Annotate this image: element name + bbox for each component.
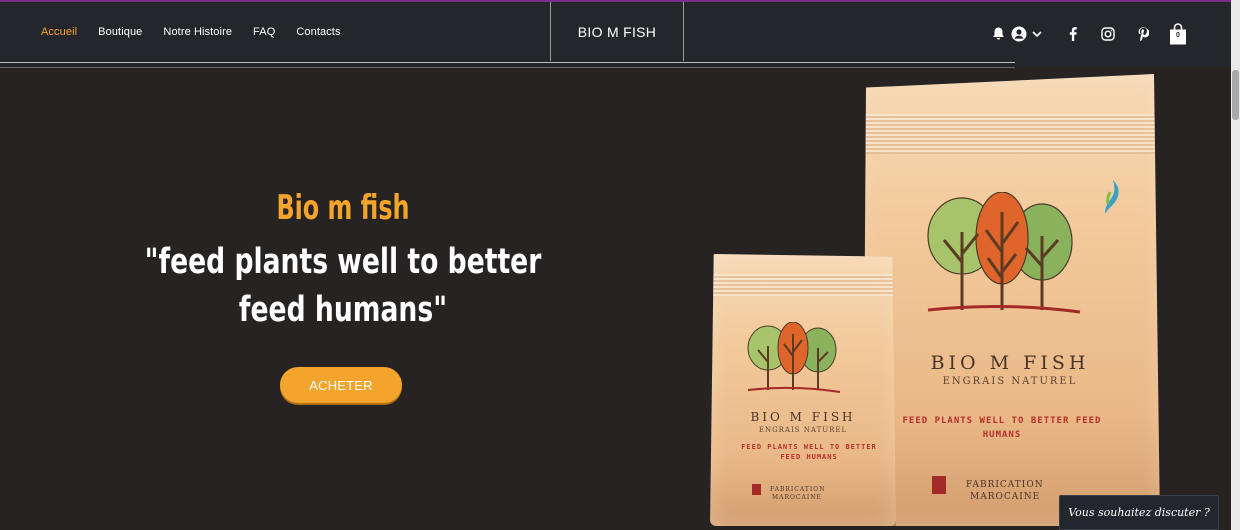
bell-icon[interactable] [990, 24, 1006, 44]
cart-count: 0 [1176, 32, 1180, 39]
hero-title: Bio m fish [276, 188, 410, 228]
shopping-bag-icon[interactable]: 0 [1168, 23, 1188, 45]
pouch-seal [863, 114, 1160, 154]
pinterest-icon[interactable] [1133, 24, 1153, 44]
top-accent-line [0, 0, 1240, 2]
scrollbar[interactable] [1231, 0, 1240, 530]
page: Accueil Boutique Notre Histoire FAQ Cont… [0, 0, 1240, 530]
nav-item-contacts[interactable]: Contacts [296, 26, 340, 38]
site-header: Accueil Boutique Notre Histoire FAQ Cont… [0, 2, 1240, 68]
tree-logo-icon [927, 192, 1081, 314]
made-label-line2: MAROCAINE [970, 492, 1041, 502]
nav-item-boutique[interactable]: Boutique [98, 26, 142, 38]
instagram-icon[interactable] [1098, 24, 1118, 44]
product-slogan: FEED PLANTS WELL TO BETTER FEED HUMANS [902, 416, 1102, 440]
acheter-button[interactable]: ACHETER [280, 367, 402, 403]
tree-logo-small-icon [747, 322, 841, 393]
product-name-small: BIO M FISH [750, 410, 856, 424]
product-pouch-small: BIO M FISH ENGRAIS NATUREL FEED PLANTS W… [710, 254, 896, 526]
product-subtitle: ENGRAIS NATUREL [942, 376, 1078, 387]
header-icons: 0 [990, 22, 1188, 46]
made-label-line1: FABRICATION [966, 480, 1044, 490]
product-image: BIO M FISH ENGRAIS NATUREL FEED PLANTS W… [690, 66, 1231, 530]
facebook-icon[interactable] [1063, 24, 1083, 44]
hero-slogan: "feed plants well to better feed humans" [144, 242, 542, 330]
chevron-down-icon[interactable] [1030, 24, 1044, 44]
main-nav: Accueil Boutique Notre Histoire FAQ Cont… [41, 26, 362, 38]
scrollbar-thumb[interactable] [1232, 70, 1239, 120]
user-icon[interactable] [1010, 24, 1028, 44]
product-pouch-large: BIO M FISH ENGRAIS NATUREL FEED PLANTS W… [863, 74, 1160, 526]
moroccan-flag-small-icon [752, 484, 761, 495]
chat-button[interactable]: Vous souhaitez discuter ? [1059, 495, 1219, 530]
made-label-small-line2: MAROCAINE [772, 494, 822, 501]
brand-logo-box[interactable]: BIO M FISH [550, 2, 684, 61]
product-name: BIO M FISH [930, 352, 1090, 374]
brand-name[interactable]: BIO M FISH [578, 24, 656, 40]
header-divider-top [0, 62, 1015, 63]
pouch-seal-small [710, 274, 896, 296]
moroccan-flag-icon [932, 476, 946, 494]
chat-label[interactable]: Vous souhaitez discuter ? [1068, 506, 1210, 519]
product-slogan-small: FEED PLANTS WELL TO BETTER FEED HUMANS [741, 443, 877, 461]
nav-item-faq[interactable]: FAQ [253, 26, 275, 38]
header-divider-bottom [0, 67, 1015, 68]
nav-item-accueil[interactable]: Accueil [41, 26, 77, 38]
fish-logo-icon [1105, 180, 1119, 214]
made-label-small-line1: FABRICATION [770, 486, 826, 493]
nav-item-notre-histoire[interactable]: Notre Histoire [163, 26, 232, 38]
product-subtitle-small: ENGRAIS NATUREL [758, 426, 848, 434]
